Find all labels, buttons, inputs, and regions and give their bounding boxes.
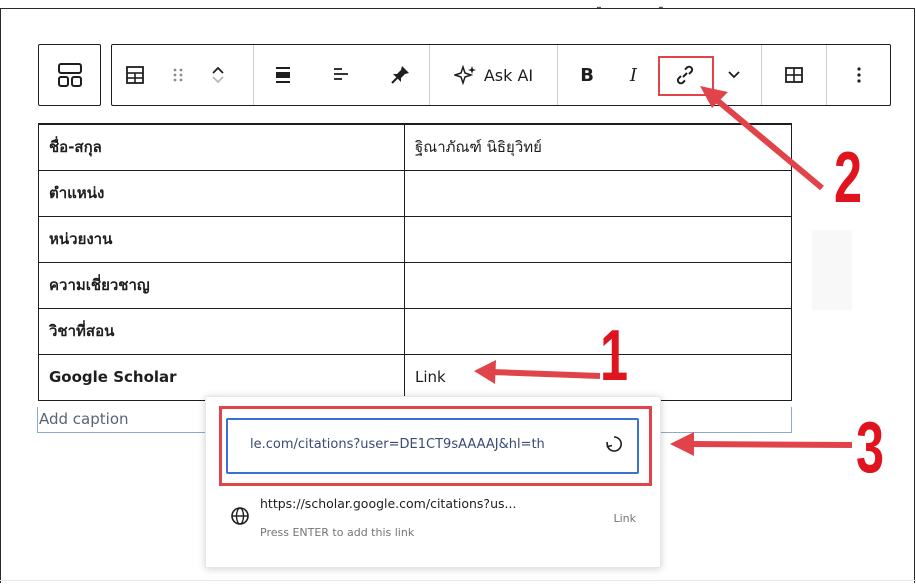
options-button[interactable] [856,45,862,105]
table-cell-value[interactable] [404,307,792,355]
move-up-down-button[interactable] [198,45,238,105]
table-cell-label[interactable]: ชื่อ-สกุล [38,123,405,171]
annotation-step-2: 2 [834,138,863,218]
align-button[interactable] [262,45,304,105]
bold-button[interactable]: B [570,45,604,105]
toolbar-group-table-edit [762,45,827,105]
submit-enter-icon[interactable] [603,433,625,459]
bold-label: B [580,64,594,86]
block-type-button[interactable] [38,44,101,106]
annotation-step-3: 3 [856,408,885,488]
table-edit-icon [784,66,804,84]
table-cell-label[interactable]: ความเชี่ยวชาญ [38,261,405,309]
chevron-down-icon [211,75,225,85]
table-row: ชื่อ-สกุล ฐิณาภัณฑ์ นิธิยุวิทย์ [38,123,792,171]
suggestion-url: https://scholar.google.com/citations?us.… [260,496,517,511]
pin-icon [389,64,411,86]
table-cell-label[interactable]: Google Scholar [38,353,405,401]
more-format-button[interactable] [719,45,749,105]
toolbar-group-ai: Ask AI [430,45,558,105]
sparkle-icon [453,64,478,86]
table-row: หน่วยงาน [38,215,792,263]
table-row: ตำแหน่ง [38,169,792,217]
italic-label: I [629,64,637,86]
toolbar-group-options [827,45,890,105]
align-wide-icon [273,65,293,85]
table-cell-label[interactable]: หน่วยงาน [38,215,405,263]
background-strip [812,230,852,310]
link-suggestion[interactable]: https://scholar.google.com/citations?us.… [226,492,646,552]
more-vertical-icon [856,65,862,85]
toolbar-group-block [112,45,254,105]
table-cell-value[interactable] [404,215,792,263]
drag-handle[interactable] [158,45,198,105]
suggestion-hint: Press ENTER to add this link [260,526,415,539]
table-cell-value[interactable]: ฐิณาภัณฑ์ นิธิยุวิทย์ [404,123,792,171]
url-input-value: le.com/citations?user=DE1CT9sAAAAJ&hl=th [250,437,545,452]
table-row: ความเชี่ยวชาญ [38,261,792,309]
italic-button[interactable]: I [616,45,650,105]
table-cell-value[interactable] [404,169,792,217]
table-cell-value[interactable] [404,261,792,309]
pin-button[interactable] [379,45,421,105]
url-input[interactable]: le.com/citations?user=DE1CT9sAAAAJ&hl=th [226,418,639,474]
table-row: Google Scholar Link [38,353,792,401]
table-cell-link[interactable]: Link [404,353,792,401]
table-icon [124,64,146,86]
table-block-button[interactable] [112,45,158,105]
profile-table: ชื่อ-สกุล ฐิณาภัณฑ์ นิธิยุวิทย์ ตำแหน่ง … [38,123,792,401]
toolbar-group-align [254,45,430,105]
ask-ai-label: Ask AI [483,65,534,85]
globe-icon [230,506,250,526]
drag-dots-icon [171,66,185,84]
table-row: วิชาที่สอน [38,307,792,355]
suggestion-type: Link [613,512,636,525]
text-align-button[interactable] [320,45,362,105]
ask-ai-button[interactable]: Ask AI [453,45,534,105]
chevron-up-icon [211,65,225,75]
table-cell-label[interactable]: ตำแหน่ง [38,169,405,217]
divider [0,580,916,581]
align-left-icon [331,65,351,85]
table-cell-label[interactable]: วิชาที่สอน [38,307,405,355]
link-button-highlight [658,56,714,96]
block-toolbar: Ask AI B I [111,44,891,106]
edit-table-button[interactable] [784,45,804,105]
annotation-step-1: 1 [600,316,629,396]
patterns-icon [56,61,84,89]
chevron-down-icon [727,70,741,80]
